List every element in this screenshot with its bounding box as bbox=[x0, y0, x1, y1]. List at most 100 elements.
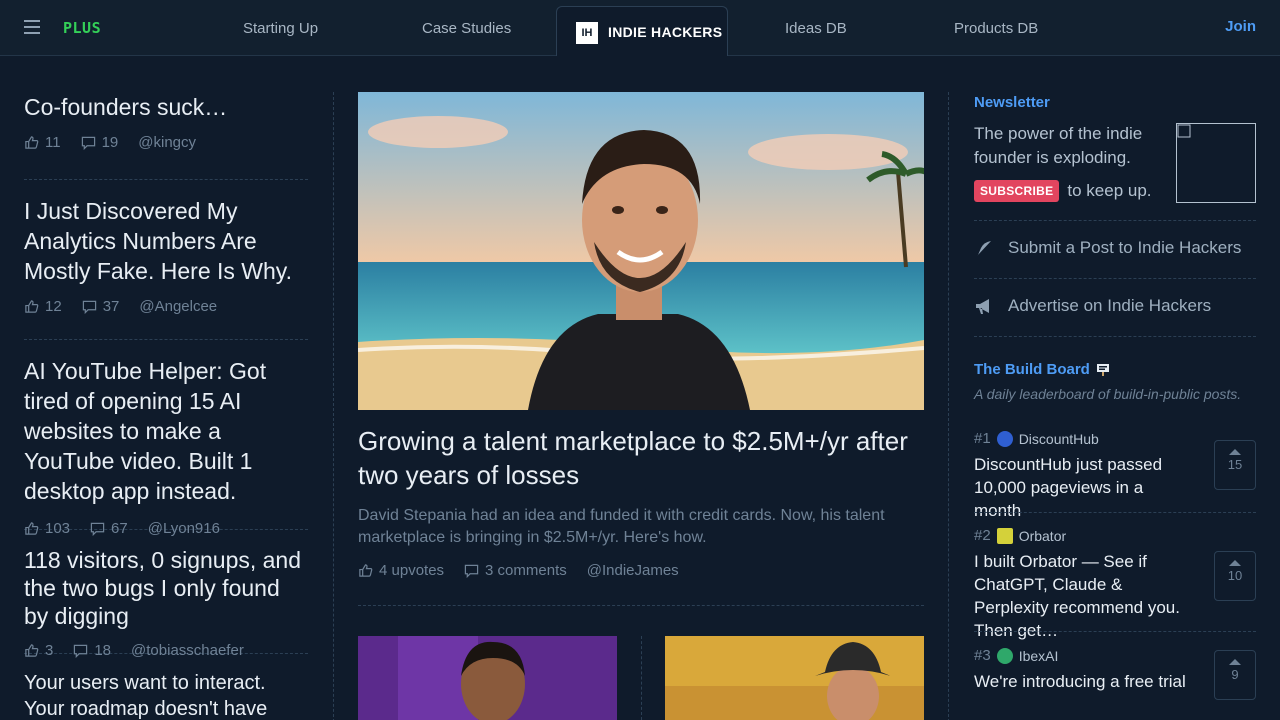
left-post-list: Co-founders suck… 11 19 @kingcy I Just D… bbox=[24, 56, 308, 720]
advertise-link[interactable]: Advertise on Indie Hackers bbox=[974, 296, 1211, 316]
post-author[interactable]: @Lyon916 bbox=[148, 520, 220, 537]
rank-number: #1 bbox=[974, 430, 991, 447]
megaphone-icon bbox=[976, 299, 989, 314]
nav-link-starting-up[interactable]: Starting Up bbox=[243, 20, 318, 37]
submit-post-link[interactable]: Submit a Post to Indie Hackers bbox=[974, 238, 1241, 258]
comment-count: 37 bbox=[102, 298, 120, 315]
post-title[interactable]: Co-founders suck… bbox=[24, 92, 308, 122]
indie-hackers-logo-icon: IH bbox=[576, 22, 598, 44]
comment-icon[interactable] bbox=[81, 135, 96, 150]
feature-title[interactable]: Growing a talent marketplace to $2.5M+/y… bbox=[358, 424, 924, 492]
broken-image-icon bbox=[1177, 124, 1191, 138]
leaderboard-item[interactable]: #2 Orbator I built Orbator — See if Chat… bbox=[974, 527, 1256, 642]
thumbs-up-icon[interactable] bbox=[24, 521, 39, 536]
comment-count: 18 bbox=[94, 642, 112, 659]
upvote-count: 3 bbox=[45, 642, 54, 659]
leaderboard-post-title[interactable]: I built Orbator — See if ChatGPT, Claude… bbox=[974, 550, 1194, 642]
top-nav: PLUS Starting Up Case Studies IH INDIE H… bbox=[0, 0, 1280, 56]
list-item[interactable]: 118 visitors, 0 signups, and the two bug… bbox=[24, 530, 308, 659]
feature-divider bbox=[358, 605, 924, 606]
newsletter-label[interactable]: Newsletter bbox=[974, 94, 1050, 111]
divider bbox=[974, 220, 1256, 221]
vote-button[interactable]: 10 bbox=[1214, 551, 1256, 601]
orbator-logo-icon bbox=[996, 527, 1013, 544]
quill-icon bbox=[977, 241, 991, 256]
thumbs-up-icon[interactable] bbox=[24, 643, 39, 658]
upvote-count: 103 bbox=[45, 520, 71, 537]
ibexai-logo-icon bbox=[996, 647, 1013, 664]
post-title[interactable]: I Just Discovered My Analytics Numbers A… bbox=[24, 196, 308, 286]
vote-count: 15 bbox=[1227, 457, 1243, 472]
signboard-icon bbox=[1096, 363, 1109, 376]
divider bbox=[974, 512, 1256, 513]
nav-link-ideas-db[interactable]: Ideas DB bbox=[785, 20, 847, 37]
comment-icon[interactable] bbox=[73, 643, 88, 658]
list-item[interactable]: Co-founders suck… 11 19 @kingcy bbox=[24, 56, 308, 180]
vote-count: 10 bbox=[1227, 568, 1243, 583]
comment-icon[interactable] bbox=[464, 563, 479, 578]
thumbs-up-icon[interactable] bbox=[358, 563, 373, 578]
feature-image[interactable] bbox=[358, 92, 924, 410]
nav-link-products-db[interactable]: Products DB bbox=[954, 20, 1038, 37]
post-meta: 12 37 @Angelcee bbox=[24, 298, 308, 315]
thumbs-up-icon[interactable] bbox=[24, 299, 39, 314]
upvote-arrow-icon bbox=[1229, 659, 1241, 665]
join-link[interactable]: Join bbox=[1225, 18, 1256, 35]
leaderboard-item[interactable]: #1 DiscountHub DiscountHub just passed 1… bbox=[974, 430, 1256, 522]
feature-author[interactable]: @IndieJames bbox=[587, 562, 679, 579]
product-name[interactable]: IbexAI bbox=[1019, 648, 1059, 664]
post-title[interactable]: 118 visitors, 0 signups, and the two bug… bbox=[24, 546, 308, 630]
upvote-arrow-icon bbox=[1229, 560, 1241, 566]
leaderboard-item[interactable]: #3 IbexAI We're introducing a free trial… bbox=[974, 647, 1256, 700]
upvote-arrow-icon bbox=[1229, 449, 1241, 455]
post-meta: 11 19 @kingcy bbox=[24, 134, 308, 151]
discounthub-logo-icon bbox=[996, 430, 1013, 447]
column-divider bbox=[333, 92, 334, 720]
post-title[interactable]: Your users want to interact. Your roadma… bbox=[24, 670, 308, 720]
column-divider bbox=[948, 92, 949, 720]
product-name[interactable]: Orbator bbox=[1019, 528, 1066, 544]
build-board-subtitle: A daily leaderboard of build-in-public p… bbox=[974, 386, 1242, 402]
rank-number: #3 bbox=[974, 647, 991, 664]
vote-button[interactable]: 9 bbox=[1214, 650, 1256, 700]
divider bbox=[974, 336, 1256, 337]
list-item[interactable]: AI YouTube Helper: Got tired of opening … bbox=[24, 340, 308, 537]
post-author[interactable]: @kingcy bbox=[138, 134, 196, 151]
upvote-count[interactable]: 4 upvotes bbox=[379, 562, 444, 579]
thumbnail-image[interactable] bbox=[665, 636, 924, 720]
list-item[interactable]: I Just Discovered My Analytics Numbers A… bbox=[24, 180, 308, 340]
upvote-count: 11 bbox=[45, 134, 61, 151]
upvote-count: 12 bbox=[45, 298, 62, 315]
build-board-header: The Build Board bbox=[974, 361, 1110, 378]
column-divider bbox=[641, 636, 642, 720]
comment-icon[interactable] bbox=[90, 521, 105, 536]
comment-count: 19 bbox=[101, 134, 119, 151]
brand-tab[interactable]: IH INDIE HACKERS bbox=[556, 6, 728, 56]
subscribe-button[interactable]: SUBSCRIBE bbox=[974, 180, 1060, 202]
post-title[interactable]: AI YouTube Helper: Got tired of opening … bbox=[24, 356, 308, 506]
list-item[interactable]: Your users want to interact. Your roadma… bbox=[24, 654, 308, 720]
advertise-label: Advertise on Indie Hackers bbox=[1008, 296, 1212, 315]
comment-count[interactable]: 3 comments bbox=[485, 562, 567, 579]
newsletter-tail: to keep up. bbox=[1067, 181, 1152, 200]
vote-button[interactable]: 15 bbox=[1214, 440, 1256, 490]
thumbs-up-icon[interactable] bbox=[24, 135, 39, 150]
vote-count: 9 bbox=[1231, 667, 1239, 682]
comment-icon[interactable] bbox=[82, 299, 97, 314]
menu-icon[interactable] bbox=[24, 20, 40, 34]
newsletter-image bbox=[1176, 123, 1256, 203]
leaderboard-post-title[interactable]: We're introducing a free trial bbox=[974, 670, 1194, 693]
comment-count: 67 bbox=[111, 520, 128, 537]
newsletter-text: The power of the indie founder is explod… bbox=[974, 124, 1143, 167]
build-board-title[interactable]: The Build Board bbox=[974, 361, 1090, 378]
plus-logo[interactable]: PLUS bbox=[63, 19, 101, 37]
nav-link-case-studies[interactable]: Case Studies bbox=[422, 20, 511, 37]
post-author[interactable]: @Angelcee bbox=[139, 298, 217, 315]
rank-number: #2 bbox=[974, 527, 991, 544]
rank-row: #2 Orbator bbox=[974, 527, 1256, 544]
product-name[interactable]: DiscountHub bbox=[1019, 431, 1099, 447]
feature-description: David Stepania had an idea and funded it… bbox=[358, 507, 885, 546]
thumbnail-image[interactable] bbox=[358, 636, 617, 720]
newsletter-cta: SUBSCRIBE to keep up. bbox=[974, 180, 1152, 202]
post-author[interactable]: @tobiasschaefer bbox=[131, 642, 244, 659]
